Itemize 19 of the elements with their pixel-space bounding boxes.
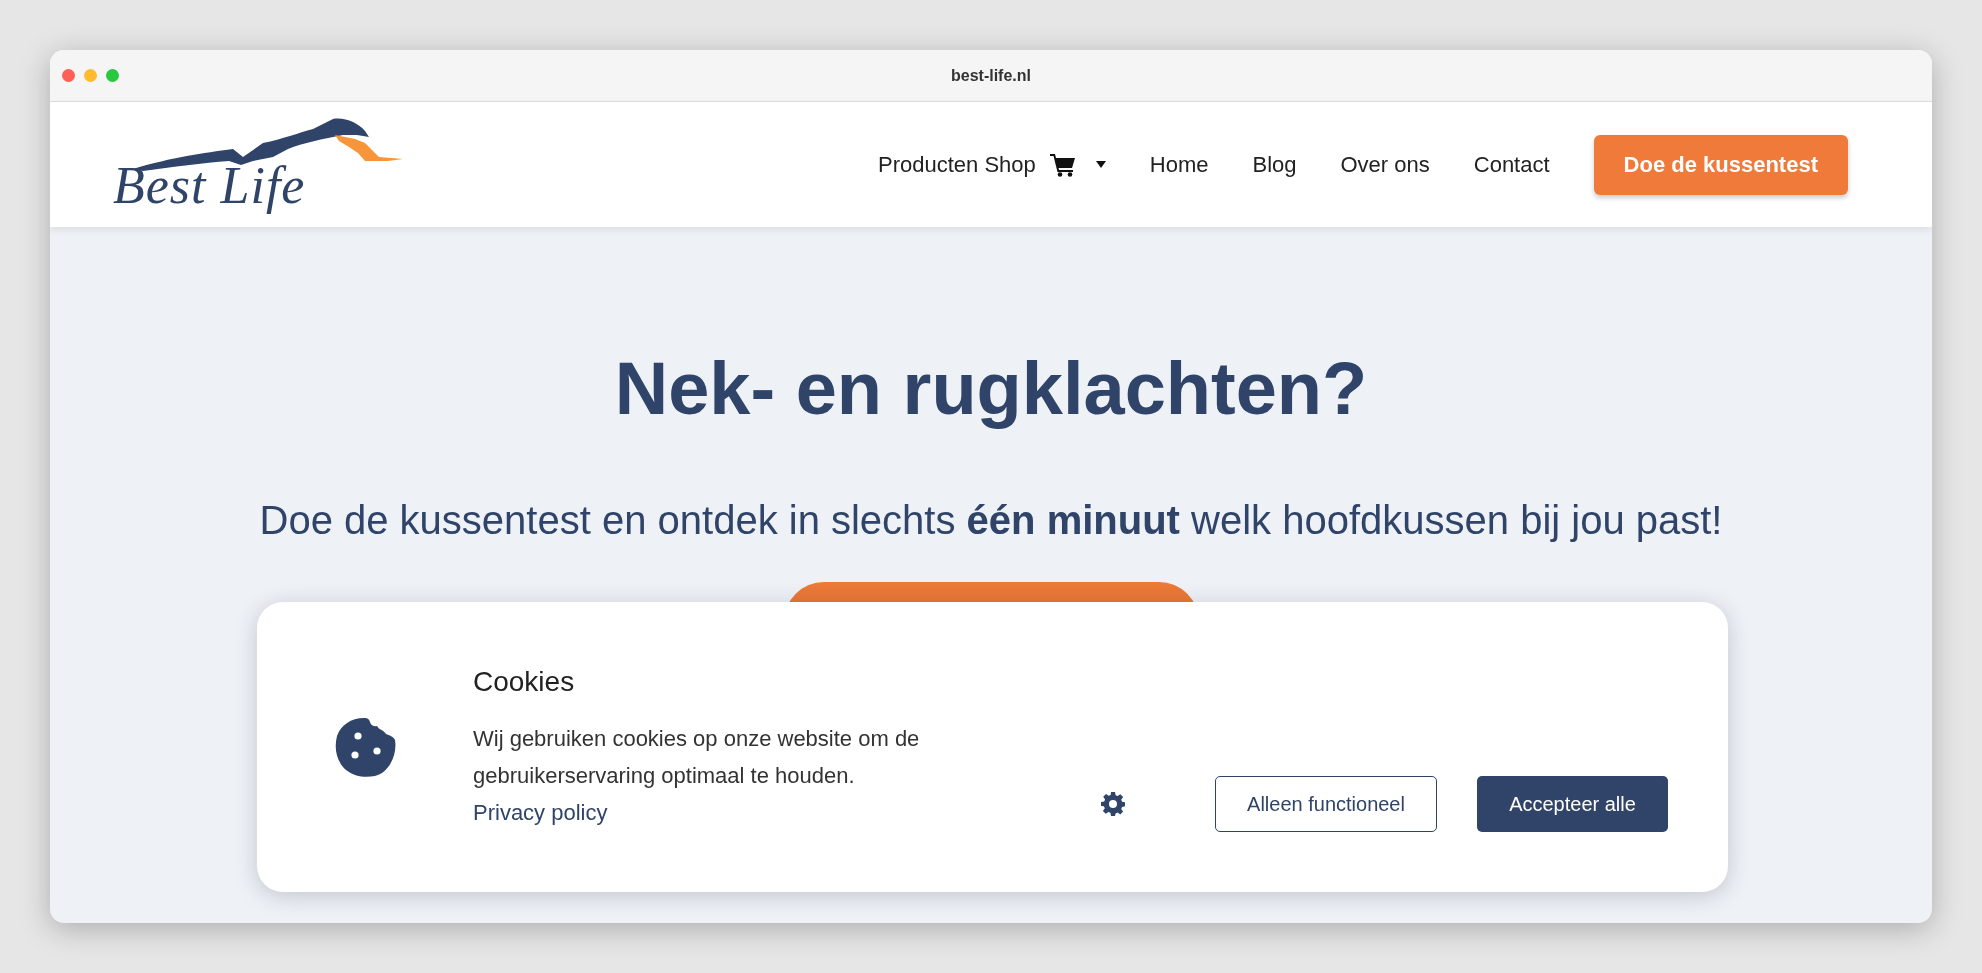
nav-link[interactable]: Contact: [1473, 151, 1550, 178]
window-title: best-life.nl: [951, 66, 1031, 84]
hero-heading: Nek- en rugklachten?: [614, 346, 1368, 432]
dropdown-caret-icon[interactable]: [1095, 161, 1106, 168]
close-window-icon[interactable]: [62, 69, 75, 82]
cookie-title: Cookies: [473, 666, 576, 698]
nav-link[interactable]: Blog: [1252, 151, 1297, 178]
logo-wordmark[interactable]: Best Life: [113, 160, 306, 212]
functional-only-button[interactable]: Alleen functioneel: [1215, 776, 1437, 832]
cookie-message: Wij gebruiken cookies op onze website om de gebruikerservaring optimaal te houden.: [473, 725, 921, 790]
cart-icon[interactable]: [1049, 152, 1076, 177]
nav-link[interactable]: Producten Shop: [878, 151, 1036, 178]
accept-all-button[interactable]: Accepteer alle: [1477, 776, 1668, 832]
hero-subtitle: Doe de kussentest en ontdek in slechts één minuut welk hoofdkussen bij jou past!: [259, 496, 1723, 544]
settings-icon[interactable]: [1101, 792, 1125, 816]
nav-link[interactable]: Over ons: [1340, 151, 1430, 178]
nav-link[interactable]: Home: [1149, 151, 1209, 178]
privacy-policy-link[interactable]: Privacy policy: [473, 800, 608, 825]
cookie-icon: [334, 716, 396, 778]
